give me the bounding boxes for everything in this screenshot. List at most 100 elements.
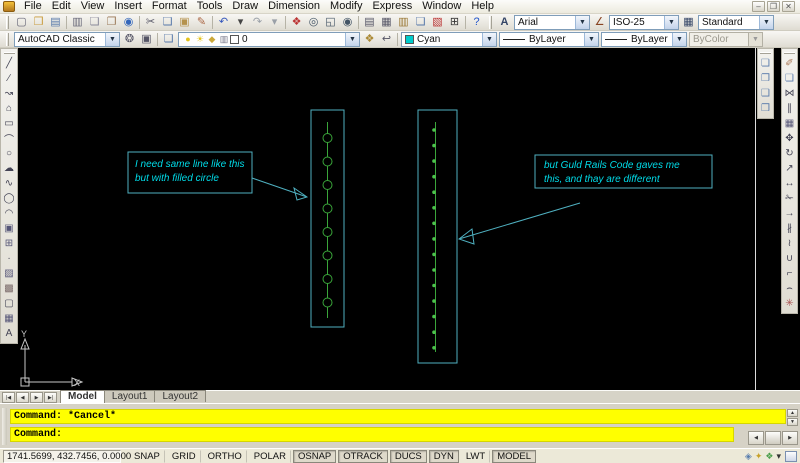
toggle-lwt[interactable]: LWT <box>461 449 491 463</box>
point-icon[interactable]: ∙ <box>2 251 17 266</box>
open-icon[interactable]: ❒ <box>30 15 47 30</box>
match-properties-icon[interactable]: ✎ <box>193 15 210 30</box>
copy-object-icon[interactable]: ❏ <box>782 71 797 86</box>
layer-on-icon[interactable]: ● <box>182 33 194 45</box>
menu-dimension[interactable]: Dimension <box>263 0 325 13</box>
pan-icon[interactable]: ❖ <box>288 15 305 30</box>
zoom-realtime-icon[interactable]: ◎ <box>305 15 322 30</box>
mirror-icon[interactable]: ⋈ <box>782 86 797 101</box>
tray-menu-arrow[interactable]: ▾ <box>776 451 781 462</box>
bring-to-front-icon[interactable]: ❏ <box>758 56 773 71</box>
markup-set-icon[interactable]: ▧ <box>429 15 446 30</box>
menu-draw[interactable]: Draw <box>227 0 263 13</box>
layer-plot-icon[interactable]: ▥ <box>218 33 230 45</box>
restore-button[interactable]: ❐ <box>767 1 780 12</box>
annotation-visibility-icon[interactable]: ◈ <box>745 451 752 462</box>
lineweight-combo[interactable]: ByLayer ▼ <box>601 31 687 47</box>
toolbar-grip[interactable] <box>784 52 795 54</box>
tab-layout2[interactable]: Layout2 <box>154 390 207 402</box>
scroll-up-icon[interactable]: ▲ <box>787 409 798 417</box>
toolbar-grip[interactable] <box>489 15 492 29</box>
workspace-combo[interactable]: AutoCAD Classic ▼ <box>14 31 120 47</box>
toggle-snap[interactable]: SNAP <box>129 449 165 463</box>
toggle-osnap[interactable]: OSNAP <box>292 449 337 463</box>
help-icon[interactable]: ? <box>468 15 485 30</box>
scroll-thumb[interactable] <box>765 431 781 445</box>
toolbar-grip[interactable] <box>6 32 9 46</box>
spline-icon[interactable]: ∿ <box>2 176 17 191</box>
plot-preview-icon[interactable]: ❏ <box>86 15 103 30</box>
tab-last-button[interactable]: ▶| <box>44 392 57 403</box>
extend-icon[interactable]: → <box>782 206 797 221</box>
tool-palettes-icon[interactable]: ▥ <box>395 15 412 30</box>
table-style-combo[interactable]: Standard ▼ <box>698 14 774 30</box>
tab-prev-button[interactable]: ◀ <box>16 392 29 403</box>
chevron-down-icon[interactable]: ▼ <box>759 15 773 29</box>
tab-model[interactable]: Model <box>60 390 105 403</box>
paste-icon[interactable]: ▣ <box>176 15 193 30</box>
plot-icon[interactable]: ▥ <box>69 15 86 30</box>
fillet-icon[interactable]: ⌢ <box>782 281 797 296</box>
ellipse-arc-icon[interactable]: ◠ <box>2 206 17 221</box>
rectangle-icon[interactable]: ▭ <box>2 116 17 131</box>
menu-view[interactable]: View <box>76 0 110 13</box>
coordinates-readout[interactable]: 1741.5699, 432.7456, 0.0000 <box>3 449 131 463</box>
chevron-down-icon[interactable]: ▼ <box>482 32 496 46</box>
new-icon[interactable]: ▢ <box>13 15 30 30</box>
explode-icon[interactable]: ✳ <box>782 296 797 311</box>
toggle-grid[interactable]: GRID <box>167 449 201 463</box>
offset-icon[interactable]: ∥ <box>782 101 797 116</box>
table-style-icon[interactable]: ▦ <box>680 15 697 30</box>
line-icon[interactable]: ╱ <box>2 56 17 71</box>
rotate-icon[interactable]: ↻ <box>782 146 797 161</box>
menu-tools[interactable]: Tools <box>192 0 228 13</box>
break-icon[interactable]: ≀ <box>782 236 797 251</box>
circle-icon[interactable]: ○ <box>2 146 17 161</box>
join-icon[interactable]: ∪ <box>782 251 797 266</box>
break-at-point-icon[interactable]: ∦ <box>782 221 797 236</box>
zoom-previous-icon[interactable]: ◉ <box>339 15 356 30</box>
array-icon[interactable]: ▦ <box>782 116 797 131</box>
polygon-icon[interactable]: ⌂ <box>2 101 17 116</box>
chevron-down-icon[interactable]: ▼ <box>105 32 119 46</box>
chevron-down-icon[interactable]: ▼ <box>345 32 359 46</box>
redo-icon[interactable]: ↷ <box>249 15 266 30</box>
move-icon[interactable]: ✥ <box>782 131 797 146</box>
close-button[interactable]: ✕ <box>782 1 795 12</box>
toggle-ducs[interactable]: DUCS <box>389 449 427 463</box>
make-object-layer-current-icon[interactable]: ❖ <box>361 32 378 47</box>
stretch-icon[interactable]: ↔ <box>782 176 797 191</box>
workspace-settings-icon[interactable]: ❂ <box>121 32 138 47</box>
send-under-icon[interactable]: ❒ <box>758 101 773 116</box>
toggle-dyn[interactable]: DYN <box>428 449 459 463</box>
menu-modify[interactable]: Modify <box>325 0 367 13</box>
menu-format[interactable]: Format <box>147 0 192 13</box>
minimize-button[interactable]: – <box>752 1 765 12</box>
gradient-icon[interactable]: ▩ <box>2 281 17 296</box>
command-window[interactable]: Command: *Cancel* Command: ▲ ▼ ◀ ▶ <box>0 403 800 448</box>
menu-window[interactable]: Window <box>417 0 466 13</box>
revcloud-icon[interactable]: ☁ <box>2 161 17 176</box>
chamfer-icon[interactable]: ⌐ <box>782 266 797 281</box>
layer-combo[interactable]: ● ☀ ◆ ▥ 0 ▼ <box>178 31 360 47</box>
toolbar-grip[interactable] <box>3 52 15 54</box>
auto-scale-icon[interactable]: ✦ <box>755 451 763 462</box>
toggle-polar[interactable]: POLAR <box>249 449 291 463</box>
construction-line-icon[interactable]: ∕ <box>2 71 17 86</box>
toggle-otrack[interactable]: OTRACK <box>338 449 388 463</box>
chevron-down-icon[interactable]: ▼ <box>575 15 589 29</box>
tab-next-button[interactable]: ▶ <box>30 392 43 403</box>
command-input-line[interactable]: Command: <box>10 427 734 442</box>
zoom-window-icon[interactable]: ◱ <box>322 15 339 30</box>
color-combo[interactable]: Cyan ▼ <box>401 31 497 47</box>
menu-express[interactable]: Express <box>367 0 417 13</box>
cut-icon[interactable]: ✂ <box>142 15 159 30</box>
table-icon[interactable]: ▦ <box>2 311 17 326</box>
quickcalc-icon[interactable]: ⊞ <box>446 15 463 30</box>
text-style-icon[interactable]: A <box>496 15 513 30</box>
command-vertical-scrollbar[interactable]: ▲ ▼ <box>787 409 798 426</box>
undo-icon[interactable]: ↶ <box>215 15 232 30</box>
menu-file[interactable]: File <box>19 0 47 13</box>
chevron-down-icon[interactable]: ▼ <box>672 32 686 46</box>
scroll-down-icon[interactable]: ▼ <box>787 418 798 426</box>
